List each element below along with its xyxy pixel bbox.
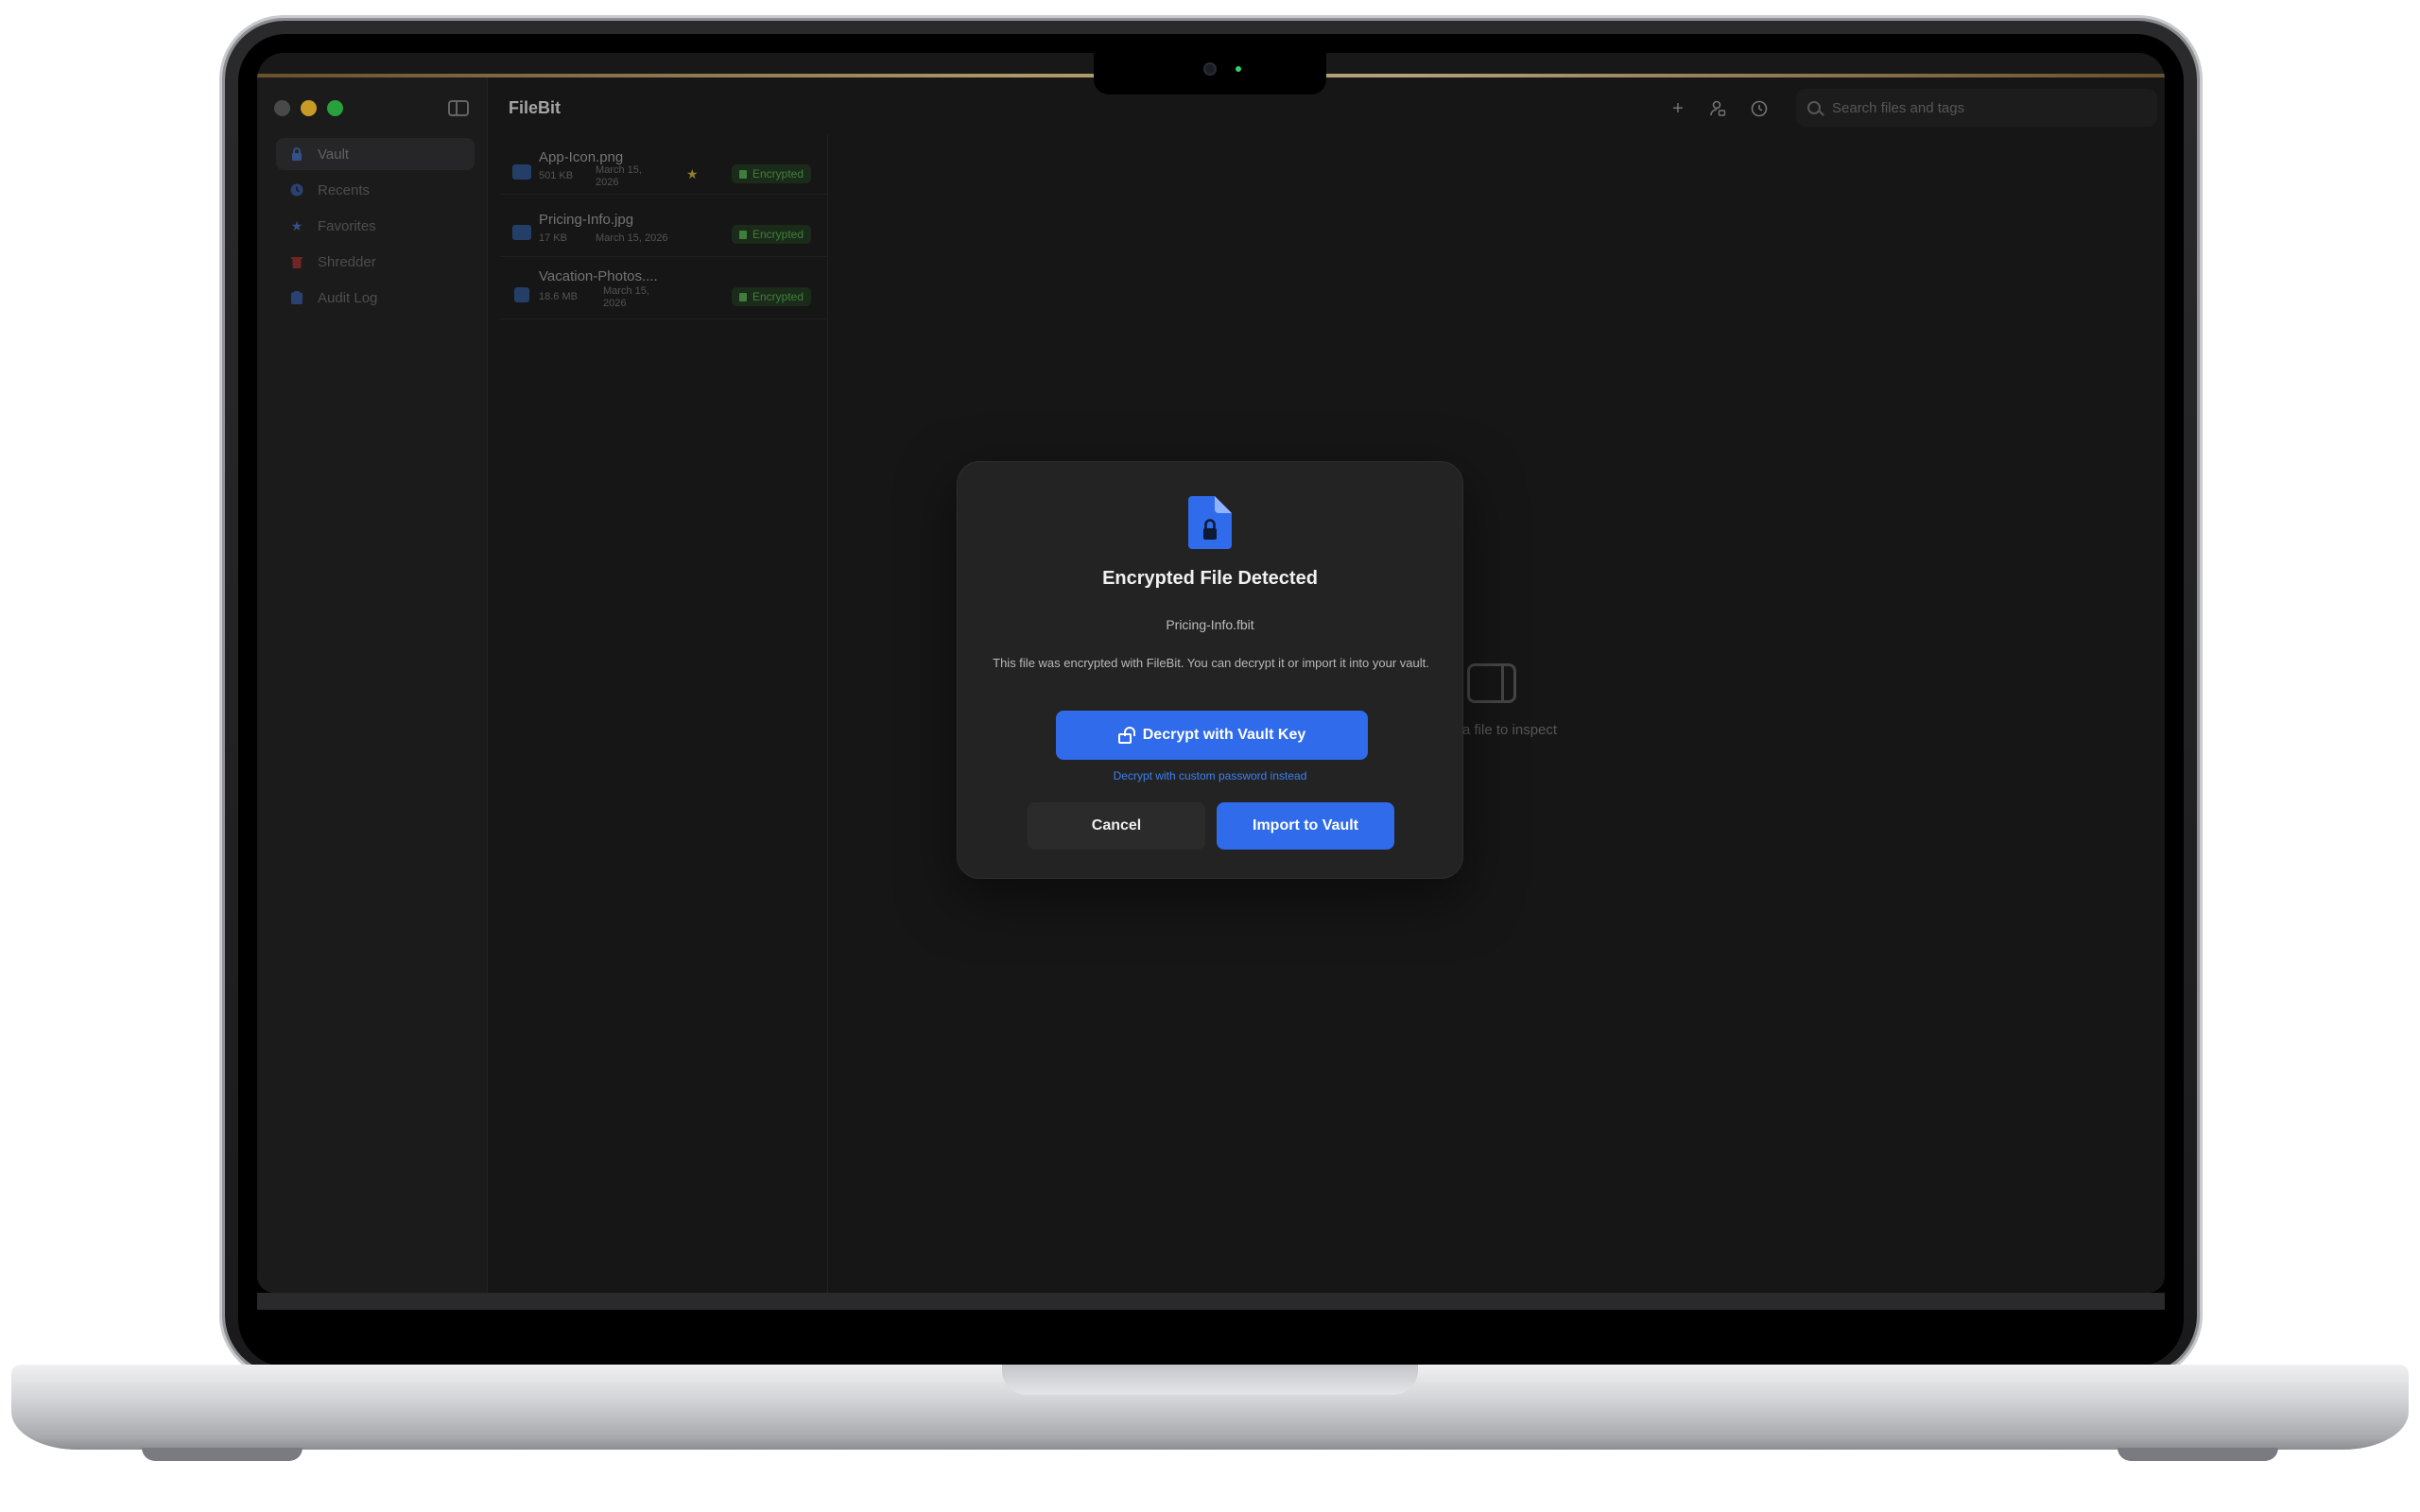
import-to-vault-button[interactable]: Import to Vault xyxy=(1217,802,1394,850)
laptop-opening-notch xyxy=(1002,1365,1418,1395)
camera-led xyxy=(1236,66,1241,72)
laptop-chin xyxy=(257,1293,2165,1310)
custom-password-link[interactable]: Decrypt with custom password instead xyxy=(958,769,1462,782)
locked-document-icon xyxy=(1188,496,1232,549)
laptop-foot-left xyxy=(142,1448,302,1461)
cancel-button[interactable]: Cancel xyxy=(1028,802,1205,850)
dialog-description: This file was encrypted with FileBit. Yo… xyxy=(993,656,1429,670)
encrypted-file-dialog: Encrypted File Detected Pricing-Info.fbi… xyxy=(957,461,1463,879)
decrypt-button-label: Decrypt with Vault Key xyxy=(1142,727,1306,743)
camera-icon xyxy=(1203,62,1217,76)
laptop-screen: Vault Recents ★ Favorites Shredder Audit… xyxy=(257,53,2165,1293)
laptop-foot-right xyxy=(2118,1448,2278,1461)
dialog-title: Encrypted File Detected xyxy=(1102,568,1318,589)
laptop-mockup: Vault Recents ★ Favorites Shredder Audit… xyxy=(0,0,2420,1512)
unlock-icon xyxy=(1117,726,1135,744)
camera-notch xyxy=(1094,53,1326,94)
decrypt-with-vault-key-button[interactable]: Decrypt with Vault Key xyxy=(1056,711,1368,760)
dialog-filename: Pricing-Info.fbit xyxy=(1166,617,1254,632)
